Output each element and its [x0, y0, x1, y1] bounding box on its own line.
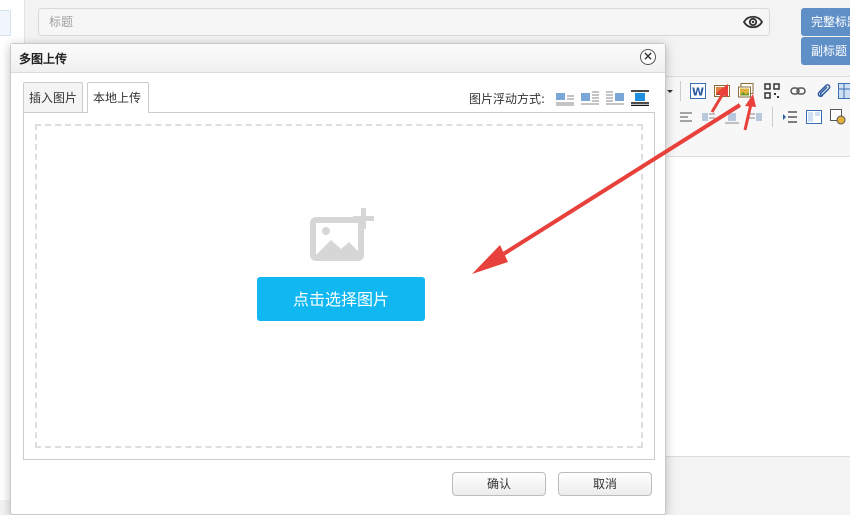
- local-upload-panel: 点击选择图片: [23, 112, 655, 460]
- table-icon[interactable]: [838, 83, 850, 99]
- float-center-icon[interactable]: [630, 90, 650, 106]
- close-icon: ×: [641, 48, 655, 64]
- svg-text:W: W: [692, 86, 704, 99]
- full-title-button[interactable]: 完整标题: [801, 8, 850, 36]
- confirm-button[interactable]: 确认: [452, 472, 546, 496]
- editor-toolbar: W: [656, 76, 850, 157]
- choose-image-button[interactable]: 点击选择图片: [257, 277, 425, 321]
- float-right-icon[interactable]: [605, 90, 625, 106]
- float-none-icon[interactable]: [555, 90, 575, 106]
- multi-image-icon[interactable]: [738, 83, 754, 99]
- indent-icon[interactable]: [782, 109, 798, 125]
- qrcode-icon[interactable]: [764, 83, 780, 99]
- dialog-header: 多图上传 ×: [11, 44, 665, 73]
- image-float-right-icon[interactable]: [748, 109, 764, 125]
- background-icon[interactable]: [830, 109, 846, 125]
- subtitle-button[interactable]: 副标题: [801, 37, 850, 65]
- word-icon[interactable]: W: [690, 83, 706, 99]
- float-left-icon[interactable]: [580, 90, 600, 106]
- dropdown-arrow-icon[interactable]: [665, 83, 675, 99]
- close-button[interactable]: ×: [640, 49, 656, 65]
- left-panel-tab[interactable]: [0, 10, 11, 36]
- multi-image-upload-dialog: 多图上传 × 插入图片 本地上传 图片浮动方式:: [10, 43, 666, 515]
- drop-zone[interactable]: 点击选择图片: [35, 124, 643, 448]
- editor-footer: [656, 456, 850, 501]
- title-field[interactable]: [38, 8, 770, 36]
- tab-insert-image[interactable]: 插入图片: [23, 82, 83, 112]
- cancel-button[interactable]: 取消: [558, 472, 652, 496]
- add-image-icon: [309, 208, 375, 264]
- title-input[interactable]: [39, 9, 729, 35]
- image-icon[interactable]: [714, 83, 730, 99]
- image-float-left-icon[interactable]: [700, 109, 716, 125]
- attachment-icon[interactable]: [816, 83, 832, 99]
- align-left-icon[interactable]: [678, 109, 694, 125]
- editor-content[interactable]: [656, 156, 850, 457]
- image-float-center-icon[interactable]: [724, 109, 740, 125]
- dialog-title: 多图上传: [19, 50, 67, 67]
- float-mode-label: 图片浮动方式:: [469, 90, 545, 107]
- eye-icon[interactable]: [743, 13, 763, 31]
- link-icon[interactable]: [790, 83, 806, 99]
- template-icon[interactable]: [806, 109, 822, 125]
- tab-local-upload[interactable]: 本地上传: [87, 82, 149, 113]
